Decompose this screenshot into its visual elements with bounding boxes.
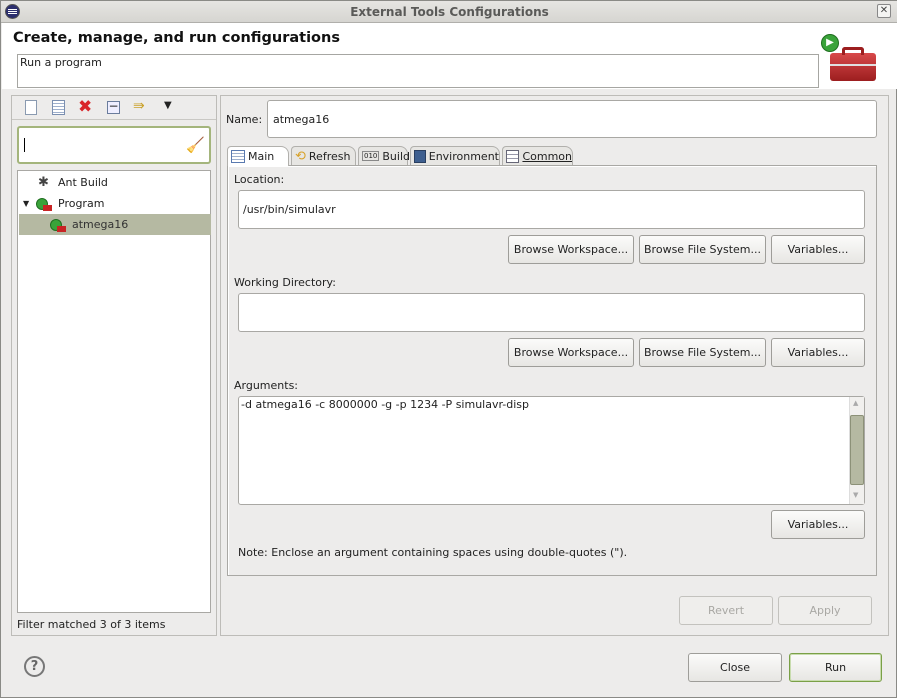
workdir-variables-button[interactable]: Variables... — [771, 338, 865, 367]
common-icon — [506, 149, 520, 163]
tree-item-label: Ant Build — [58, 176, 108, 189]
header-title: Create, manage, and run configurations — [13, 30, 340, 46]
collapse-all-icon[interactable]: − — [107, 100, 120, 114]
location-variables-button[interactable]: Variables... — [771, 235, 865, 264]
scroll-down-icon[interactable]: ▼ — [853, 491, 858, 499]
close-button[interactable]: Close — [688, 653, 782, 682]
new-configuration-icon[interactable] — [25, 100, 37, 115]
sidebar-toolbar: ✖ − ⇛ ▼ — [12, 96, 216, 120]
build-icon: 010 — [362, 151, 380, 161]
arguments-note: Note: Enclose an argument containing spa… — [238, 546, 628, 559]
location-browse-workspace-button[interactable]: Browse Workspace... — [508, 235, 634, 264]
apply-button[interactable]: Apply — [778, 596, 872, 625]
help-icon[interactable]: ? — [24, 656, 45, 677]
configuration-list-panel: ✖ − ⇛ ▼ 🧹 ✱ Ant Build ▼ Program atmega16… — [11, 95, 217, 636]
tree-item-program[interactable]: ▼ Program — [19, 193, 211, 214]
arguments-value[interactable]: -d atmega16 -c 8000000 -g -p 1234 -P sim… — [241, 398, 529, 411]
dialog-header: Create, manage, and run configurations R… — [2, 23, 897, 89]
tree-item-ant-build[interactable]: ✱ Ant Build — [19, 172, 211, 193]
location-browse-file-system-button[interactable]: Browse File System... — [639, 235, 766, 264]
location-input[interactable]: /usr/bin/simulavr — [238, 190, 865, 229]
tree-item-label: atmega16 — [72, 218, 129, 231]
duplicate-icon[interactable] — [52, 100, 65, 115]
tree-item-label: Program — [58, 197, 105, 210]
main-tab-icon — [231, 150, 245, 163]
scrollbar-thumb[interactable] — [850, 415, 864, 485]
view-menu-icon[interactable]: ▼ — [164, 100, 172, 111]
working-directory-input[interactable] — [238, 293, 865, 332]
working-directory-label: Working Directory: — [234, 276, 336, 289]
name-label: Name: — [226, 113, 263, 126]
title-bar: External Tools Configurations ✕ — [1, 1, 897, 23]
arguments-variables-button[interactable]: Variables... — [771, 510, 865, 539]
filter-input[interactable]: 🧹 — [17, 126, 211, 164]
header-description: Run a program — [17, 54, 819, 88]
arguments-label: Arguments: — [234, 379, 299, 392]
tab-main[interactable]: Main — [227, 146, 289, 166]
close-window-button[interactable]: ✕ — [877, 4, 891, 18]
name-input[interactable]: atmega16 — [267, 100, 877, 138]
refresh-icon: ⟲ — [295, 148, 306, 164]
ant-icon: ✱ — [38, 175, 49, 190]
name-input-value[interactable]: atmega16 — [273, 113, 329, 126]
main-tab-content: Location: /usr/bin/simulavr Browse Works… — [227, 165, 877, 576]
tree-item-atmega16[interactable]: atmega16 — [19, 214, 211, 235]
tab-common[interactable]: Common — [502, 146, 573, 165]
filter-icon[interactable]: ⇛ — [133, 98, 145, 114]
dialog-window: External Tools Configurations ✕ Create, … — [0, 0, 897, 698]
window-title: External Tools Configurations — [350, 5, 549, 19]
tab-build[interactable]: 010 Build — [358, 146, 410, 165]
scroll-up-icon[interactable]: ▲ — [853, 399, 858, 407]
expand-arrow-icon[interactable]: ▼ — [23, 199, 29, 208]
run-button[interactable]: Run — [789, 653, 882, 682]
clear-filter-icon[interactable]: 🧹 — [186, 136, 205, 154]
filter-status: Filter matched 3 of 3 items — [17, 618, 166, 631]
delete-icon[interactable]: ✖ — [78, 97, 92, 117]
workdir-browse-workspace-button[interactable]: Browse Workspace... — [508, 338, 634, 367]
revert-button[interactable]: Revert — [679, 596, 773, 625]
location-label: Location: — [234, 173, 285, 186]
configuration-tree: ✱ Ant Build ▼ Program atmega16 — [17, 170, 211, 613]
tab-refresh[interactable]: ⟲ Refresh — [291, 146, 356, 165]
environment-icon — [414, 149, 426, 163]
tab-environment[interactable]: Environment — [410, 146, 500, 165]
run-badge-icon: ▶ — [821, 34, 839, 52]
workdir-browse-file-system-button[interactable]: Browse File System... — [639, 338, 766, 367]
location-input-value[interactable]: /usr/bin/simulavr — [243, 203, 336, 216]
arguments-scrollbar[interactable]: ▲ ▼ — [849, 397, 864, 504]
arguments-textarea[interactable]: -d atmega16 -c 8000000 -g -p 1234 -P sim… — [238, 396, 865, 505]
filter-input-value[interactable] — [24, 138, 25, 152]
